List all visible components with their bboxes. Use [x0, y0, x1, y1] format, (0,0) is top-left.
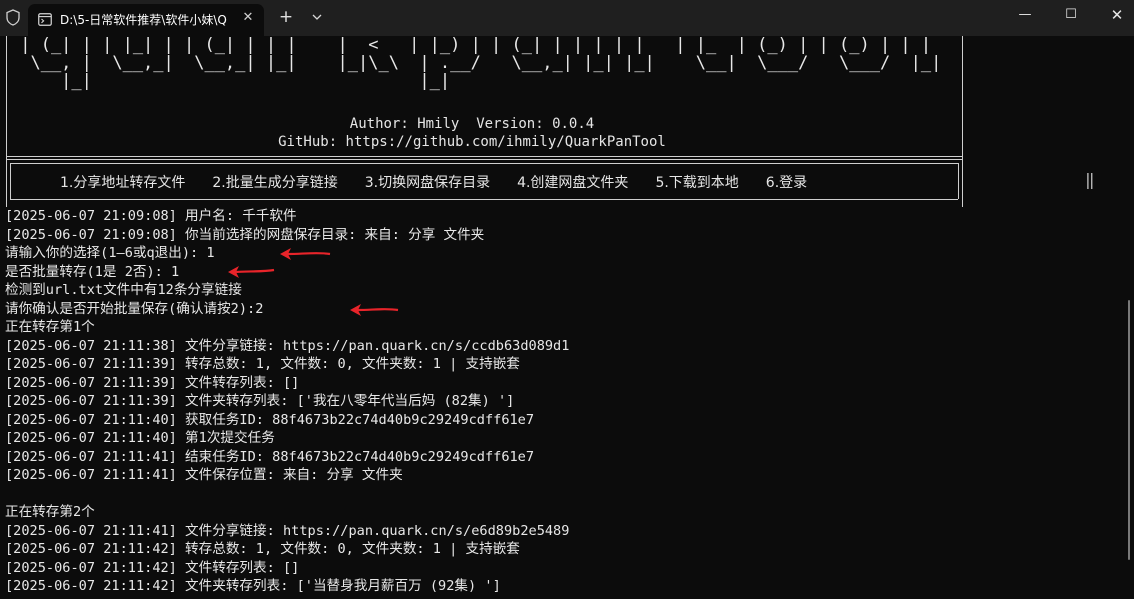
log-line: [2025-06-07 21:11:39] 文件夹转存列表: ['我在八零年代当…: [5, 393, 515, 409]
red-arrow-icon: [350, 304, 399, 316]
minimize-icon[interactable]: —: [1002, 0, 1048, 30]
tab-terminal[interactable]: D:\5-日常软件推荐\软件小妹\Q ✕: [28, 4, 264, 36]
plus-icon[interactable]: +: [276, 7, 296, 27]
terminal-pane[interactable]: | (_| | | |_| | | (_| | | | | < | |_) | …: [0, 36, 1134, 599]
menu-border-top: [10, 163, 958, 164]
log-line: [2025-06-07 21:11:40] 第1次提交任务: [5, 430, 275, 446]
log-line: [2025-06-07 21:11:39] 文件转存列表: []: [5, 374, 300, 391]
log-line: [2025-06-07 21:11:39] 转存总数: 1, 文件数: 0, 文…: [5, 356, 520, 372]
log-line: 正在转存第1个: [5, 319, 95, 335]
log-line: 请输入你的选择(1—6或q退出): 1: [5, 245, 215, 261]
menu-border-left: [10, 163, 11, 199]
menu-item: 2.批量生成分享链接: [212, 175, 338, 191]
maximize-icon[interactable]: ☐: [1048, 0, 1094, 30]
main-menu: 1.分享地址转存文件 2.批量生成分享链接 3.切换网盘保存目录 4.创建网盘文件夹 5…: [60, 172, 1020, 192]
log-line: [2025-06-07 21:11:41] 文件分享链接: https://pa…: [5, 522, 570, 539]
menu-item: 4.创建网盘文件夹: [517, 175, 629, 191]
text-cursor-marker: ‖: [1085, 170, 1095, 189]
log-line: [2025-06-07 21:11:42] 转存总数: 1, 文件数: 0, 文…: [5, 541, 520, 557]
log-line: 请你确认是否开始批量保存(确认请按2):2: [5, 300, 264, 317]
red-arrow-icon: [228, 266, 275, 278]
author-line: Author: Hmily Version: 0.0.4: [349, 116, 595, 132]
log-line: [2025-06-07 21:11:42] 文件转存列表: []: [5, 559, 300, 576]
menu-item: 3.切换网盘保存目录: [364, 175, 491, 191]
log-line: [2025-06-07 21:09:08] 你当前选择的网盘保存目录: 来自: …: [5, 226, 485, 243]
red-arrow-icon: [280, 248, 331, 260]
log-line: [2025-06-07 21:09:08] 用户名: 千千软件: [5, 208, 297, 224]
log-line: [2025-06-07 21:11:38] 文件分享链接: https://pa…: [5, 337, 570, 354]
close-icon[interactable]: ✕: [238, 8, 258, 28]
log-line: 检测到url.txt文件中有12条分享链接: [5, 282, 242, 298]
title-bar: D:\5-日常软件推荐\软件小妹\Q ✕ + — ☐ ✕: [0, 0, 1134, 36]
menu-item: 6.登录: [765, 175, 808, 191]
banner-border-left: [6, 36, 7, 207]
menu-item: 1.分享地址转存文件: [60, 175, 186, 191]
menu-border-bottom: [10, 199, 958, 200]
log-line: [2025-06-07 21:11:41] 文件保存位置: 来自: 分享 文件夹: [5, 467, 403, 483]
chevron-down-icon[interactable]: [307, 7, 327, 27]
log-line: [2025-06-07 21:11:40] 获取任务ID: 88f4673b22…: [5, 411, 535, 428]
tab-title: D:\5-日常软件推荐\软件小妹\Q: [60, 13, 227, 27]
log-line: [2025-06-07 21:11:42] 文件夹转存列表: ['当替身我月薪百…: [5, 578, 501, 594]
menu-item: 5.下载到本地: [655, 175, 739, 191]
log-line: [2025-06-07 21:11:41] 结束任务ID: 88f4673b22…: [5, 448, 535, 465]
terminal-icon: [38, 13, 52, 26]
console-output: [2025-06-07 21:09:08] 用户名: 千千软件 [2025-06…: [5, 207, 1125, 596]
github-line: GitHub: https://github.com/ihmily/QuarkP…: [278, 134, 666, 150]
banner-divider: [6, 156, 963, 157]
shield-icon[interactable]: [6, 9, 20, 26]
ascii-art-logo: | (_| | | |_| | | (_| | | | | < | |_) | …: [20, 36, 942, 91]
log-line: 正在转存第2个: [5, 504, 95, 520]
scrollbar[interactable]: [1128, 300, 1130, 560]
close-icon[interactable]: ✕: [1094, 0, 1134, 30]
banner-divider-double: [6, 159, 963, 160]
log-line: 是否批量转存(1是 2否): 1: [5, 263, 180, 280]
